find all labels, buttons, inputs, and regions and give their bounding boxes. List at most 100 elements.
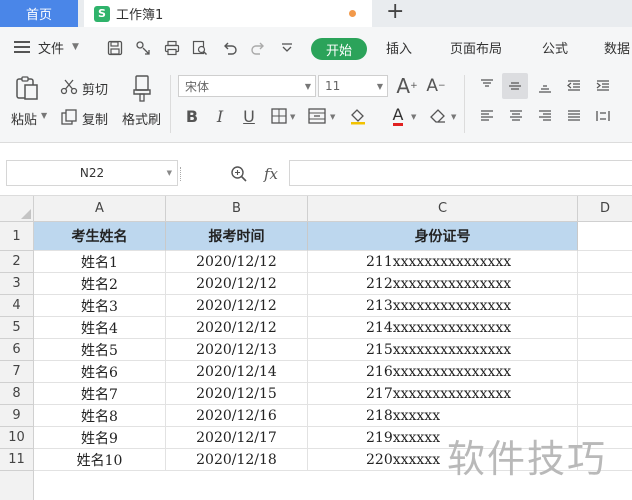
- cell-id[interactable]: 212xxxxxxxxxxxxxxx: [308, 273, 578, 295]
- cell[interactable]: [578, 339, 632, 361]
- column-header-d[interactable]: D: [578, 196, 632, 222]
- print-preview-icon[interactable]: [191, 39, 209, 57]
- cell-name[interactable]: 姓名7: [34, 383, 166, 405]
- cell-name[interactable]: 姓名9: [34, 427, 166, 449]
- cell-id[interactable]: 215xxxxxxxxxxxxxxx: [308, 339, 578, 361]
- clear-format-icon[interactable]: [428, 106, 448, 126]
- tab-insert[interactable]: 插入: [386, 27, 412, 67]
- increase-font-size-icon[interactable]: A +: [396, 74, 418, 98]
- font-name-select[interactable]: 宋体 ▼: [178, 75, 316, 97]
- cell-name[interactable]: 姓名4: [34, 317, 166, 339]
- cell-date[interactable]: 2020/12/18: [166, 449, 308, 471]
- cell[interactable]: [578, 383, 632, 405]
- print-icon[interactable]: [163, 39, 181, 57]
- row-header-9[interactable]: 9: [0, 405, 34, 427]
- justify-icon[interactable]: [563, 105, 585, 127]
- table-header-id[interactable]: 身份证号: [308, 222, 578, 251]
- chevron-down-icon[interactable]: ▼: [330, 113, 335, 121]
- tab-workbook[interactable]: S 工作簿1: [84, 0, 372, 27]
- cut-button[interactable]: 剪切: [82, 79, 108, 98]
- tab-home[interactable]: 首页: [0, 0, 78, 27]
- save-icon[interactable]: [106, 39, 124, 57]
- file-menu[interactable]: 文件 ▼: [14, 27, 79, 67]
- bold-button[interactable]: B: [183, 105, 201, 127]
- add-tab-button[interactable]: +: [386, 0, 404, 27]
- row-header-7[interactable]: 7: [0, 361, 34, 383]
- export-icon[interactable]: [134, 39, 152, 57]
- customize-toolbar-icon[interactable]: [278, 39, 296, 57]
- tab-page-layout[interactable]: 页面布局: [450, 27, 502, 67]
- column-header-b[interactable]: B: [166, 196, 308, 222]
- row-header-8[interactable]: 8: [0, 383, 34, 405]
- font-color-icon[interactable]: A: [388, 105, 408, 127]
- increase-indent-icon[interactable]: [592, 75, 614, 97]
- cell-name[interactable]: 姓名6: [34, 361, 166, 383]
- column-header-a[interactable]: A: [34, 196, 166, 222]
- merge-cells-icon[interactable]: [307, 107, 327, 125]
- cell-date[interactable]: 2020/12/16: [166, 405, 308, 427]
- cell-name[interactable]: 姓名8: [34, 405, 166, 427]
- name-box[interactable]: N22 ▼: [6, 160, 178, 186]
- cell[interactable]: [578, 405, 632, 427]
- fill-color-icon[interactable]: [348, 106, 368, 126]
- paste-dropdown-icon[interactable]: ▼: [41, 111, 47, 120]
- decrease-font-size-icon[interactable]: A −: [425, 75, 447, 97]
- format-painter-button[interactable]: 格式刷: [122, 109, 161, 128]
- cell-id[interactable]: 213xxxxxxxxxxxxxxx: [308, 295, 578, 317]
- chevron-down-icon[interactable]: ▼: [451, 113, 456, 121]
- paste-icon[interactable]: [12, 73, 42, 103]
- row-header-5[interactable]: 5: [0, 317, 34, 339]
- cell-id[interactable]: 214xxxxxxxxxxxxxxx: [308, 317, 578, 339]
- cell[interactable]: [578, 251, 632, 273]
- row-header-12[interactable]: [0, 471, 34, 500]
- cell-name[interactable]: 姓名10: [34, 449, 166, 471]
- borders-icon[interactable]: [270, 107, 288, 125]
- cell-date[interactable]: 2020/12/12: [166, 273, 308, 295]
- align-left-icon[interactable]: [476, 105, 498, 127]
- font-size-select[interactable]: 11 ▼: [318, 75, 388, 97]
- row-header-6[interactable]: 6: [0, 339, 34, 361]
- table-header-name[interactable]: 考生姓名: [34, 222, 166, 251]
- align-top-icon[interactable]: [476, 75, 498, 97]
- undo-icon[interactable]: [221, 39, 239, 57]
- cell-name[interactable]: 姓名2: [34, 273, 166, 295]
- align-bottom-icon[interactable]: [534, 75, 556, 97]
- cell-date[interactable]: 2020/12/17: [166, 427, 308, 449]
- cell-date[interactable]: 2020/12/12: [166, 295, 308, 317]
- row-header-11[interactable]: 11: [0, 449, 34, 471]
- italic-button[interactable]: I: [211, 105, 229, 127]
- insert-function-button[interactable]: fx: [259, 164, 283, 184]
- decrease-indent-icon[interactable]: [563, 75, 585, 97]
- row-header-10[interactable]: 10: [0, 427, 34, 449]
- cell[interactable]: [578, 295, 632, 317]
- zoom-icon[interactable]: [229, 164, 249, 184]
- distributed-align-icon[interactable]: [592, 105, 614, 127]
- tab-formulas[interactable]: 公式: [542, 27, 568, 67]
- cell-date[interactable]: 2020/12/14: [166, 361, 308, 383]
- chevron-down-icon[interactable]: ▼: [411, 113, 416, 121]
- cell-date[interactable]: 2020/12/12: [166, 251, 308, 273]
- copy-button[interactable]: 复制: [82, 109, 108, 128]
- table-header-date[interactable]: 报考时间: [166, 222, 308, 251]
- column-header-c[interactable]: C: [308, 196, 578, 222]
- tab-data[interactable]: 数据: [604, 27, 630, 67]
- align-center-icon[interactable]: [505, 105, 527, 127]
- cell-id[interactable]: 211xxxxxxxxxxxxxxx: [308, 251, 578, 273]
- row-header-2[interactable]: 2: [0, 251, 34, 273]
- paste-button[interactable]: 粘贴: [11, 109, 37, 128]
- align-right-icon[interactable]: [534, 105, 556, 127]
- cell[interactable]: [578, 273, 632, 295]
- cell[interactable]: [578, 222, 632, 251]
- cell-name[interactable]: 姓名3: [34, 295, 166, 317]
- row-header-1[interactable]: 1: [0, 222, 34, 251]
- cell[interactable]: [578, 361, 632, 383]
- row-header-3[interactable]: 3: [0, 273, 34, 295]
- cell-date[interactable]: 2020/12/15: [166, 383, 308, 405]
- tab-home-ribbon[interactable]: 开始: [311, 38, 367, 60]
- splitter-handle[interactable]: [180, 167, 182, 181]
- align-middle-icon[interactable]: [502, 73, 528, 99]
- chevron-down-icon[interactable]: ▼: [290, 113, 295, 121]
- cell-id[interactable]: 217xxxxxxxxxxxxxxx: [308, 383, 578, 405]
- cell-id[interactable]: 216xxxxxxxxxxxxxxx: [308, 361, 578, 383]
- cell-id[interactable]: 218xxxxxx: [308, 405, 578, 427]
